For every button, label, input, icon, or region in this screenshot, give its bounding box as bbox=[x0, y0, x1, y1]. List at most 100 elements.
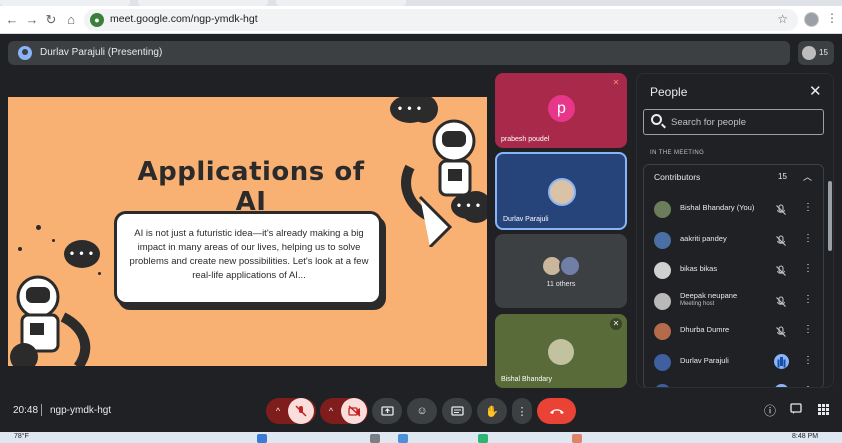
captions-button[interactable] bbox=[442, 398, 472, 424]
more-vert-icon[interactable]: ⋮ bbox=[803, 263, 813, 274]
search-input[interactable]: Search for people bbox=[643, 109, 824, 135]
mic-off-icon: ✕ bbox=[610, 318, 622, 330]
present-screen-button[interactable] bbox=[372, 398, 402, 424]
chevron-up-icon[interactable]: ^ bbox=[268, 406, 288, 416]
astronaut-illustration-left bbox=[10, 275, 91, 366]
speech-bubble-icon: • • • bbox=[64, 240, 100, 268]
participant-name: bikas bikas bbox=[680, 264, 718, 273]
scrollbar[interactable] bbox=[828, 181, 832, 251]
participant-tile[interactable]: Durlav Parajuli bbox=[495, 152, 627, 230]
site-info-icon[interactable]: ● bbox=[90, 13, 104, 27]
raise-hand-button[interactable]: ✋ bbox=[477, 398, 507, 424]
more-vert-icon[interactable]: ⋮ bbox=[803, 294, 813, 305]
participant-name: Durlav Parajuli bbox=[680, 386, 729, 387]
hand-icon: ✋ bbox=[485, 405, 499, 418]
more-vert-icon[interactable]: ⋮ bbox=[803, 355, 813, 366]
avatar bbox=[654, 353, 671, 371]
divider bbox=[41, 404, 42, 416]
more-options-button[interactable]: ⋮ bbox=[512, 398, 532, 424]
sparkle-dot bbox=[52, 239, 55, 242]
more-vert-icon[interactable]: ⋮ bbox=[803, 233, 813, 244]
avatar bbox=[654, 231, 671, 249]
avatar bbox=[548, 178, 576, 206]
participant-row[interactable]: Deepak neupane Meeting host ⋮ bbox=[644, 287, 825, 318]
participant-name: Durlav Parajuli bbox=[680, 355, 729, 365]
taskbar-app-icon[interactable] bbox=[398, 434, 408, 443]
system-clock: 8:48 PM bbox=[792, 433, 819, 440]
chat-icon[interactable] bbox=[788, 403, 804, 419]
mic-off-icon[interactable] bbox=[775, 295, 787, 307]
participant-avatar-icon bbox=[802, 46, 816, 60]
others-tile[interactable]: 11 others bbox=[495, 234, 627, 308]
profile-avatar[interactable] bbox=[804, 12, 819, 27]
taskbar-app-icon[interactable] bbox=[370, 434, 380, 443]
tile-name: Bishal Bhandary bbox=[501, 376, 552, 383]
participant-name: Bishal Bhandary (You) bbox=[680, 203, 755, 212]
more-vert-icon[interactable]: ⋮ bbox=[803, 324, 813, 335]
mic-off-button[interactable] bbox=[288, 398, 314, 424]
avatar bbox=[654, 262, 671, 279]
participant-row[interactable]: Bishal Bhandary (You) ⋮ bbox=[644, 195, 825, 226]
speaking-indicator-icon bbox=[774, 384, 789, 387]
sparkle-dot bbox=[98, 272, 101, 275]
browser-menu-icon[interactable]: ⋮ bbox=[826, 11, 838, 25]
mic-off-icon: ✕ bbox=[612, 78, 620, 87]
reactions-button[interactable]: ☺ bbox=[407, 398, 437, 424]
taskbar-app-icon[interactable] bbox=[478, 434, 488, 443]
slide-title: Applications of AI bbox=[137, 157, 365, 217]
participant-row[interactable]: Durlav Parajuli ⋮ bbox=[644, 348, 825, 379]
reload-icon[interactable]: ↻ bbox=[43, 12, 59, 28]
participant-count: 15 bbox=[819, 48, 828, 57]
more-vert-icon: ⋮ bbox=[516, 405, 528, 418]
contributors-group: Contributors 15 ︿ Bishal Bhandary (You) ⋮… bbox=[643, 164, 825, 387]
present-screen-icon bbox=[380, 405, 394, 416]
mic-off-icon[interactable] bbox=[775, 234, 787, 246]
chevron-up-icon[interactable]: ︿ bbox=[803, 170, 812, 183]
leave-call-button[interactable] bbox=[537, 398, 576, 424]
avatar bbox=[654, 201, 671, 218]
presenter-avatar bbox=[18, 46, 32, 60]
participant-row[interactable]: aakriti pandey ⋮ bbox=[644, 226, 825, 257]
browser-toolbar: ← → ↻ ⌂ ● meet.google.com/ngp-ymdk-hgt ☆… bbox=[0, 6, 842, 34]
start-icon[interactable] bbox=[257, 434, 267, 443]
url-text[interactable]: meet.google.com/ngp-ymdk-hgt bbox=[110, 13, 258, 25]
os-taskbar: 78°F 8:48 PM bbox=[0, 432, 842, 443]
mic-off-icon[interactable] bbox=[775, 264, 787, 276]
sparkle-dot bbox=[36, 225, 41, 230]
mic-off-icon[interactable] bbox=[775, 203, 787, 215]
participant-list: Bishal Bhandary (You) ⋮ aakriti pandey ⋮ bik… bbox=[644, 195, 825, 387]
group-label[interactable]: Contributors bbox=[654, 172, 700, 182]
more-vert-icon[interactable]: ⋮ bbox=[803, 202, 813, 213]
address-bar[interactable]: ● meet.google.com/ngp-ymdk-hgt ☆ bbox=[84, 9, 798, 31]
avatar bbox=[559, 255, 581, 277]
sparkle-dot bbox=[18, 247, 22, 251]
mic-off-icon[interactable] bbox=[775, 325, 787, 337]
camera-off-button[interactable] bbox=[341, 398, 367, 424]
camera-off-icon bbox=[347, 405, 360, 417]
meeting-code: ngp-ymdk-hgt bbox=[50, 405, 112, 416]
chevron-up-icon[interactable]: ^ bbox=[321, 406, 341, 416]
back-icon[interactable]: ← bbox=[4, 12, 20, 28]
meeting-info-icon[interactable]: ⓘ bbox=[762, 403, 778, 419]
more-vert-icon[interactable]: ⋮ bbox=[803, 385, 813, 387]
activities-icon[interactable] bbox=[815, 403, 831, 419]
forward-icon[interactable]: → bbox=[24, 12, 40, 28]
bookmark-star-icon[interactable]: ☆ bbox=[777, 12, 788, 26]
participant-row[interactable]: Dhurba Dumre ⋮ bbox=[644, 317, 825, 348]
participant-tile[interactable]: ✕ Bishal Bhandary bbox=[495, 314, 627, 388]
taskbar-app-icon[interactable] bbox=[572, 434, 582, 443]
participant-count-chip[interactable]: 15 bbox=[798, 41, 834, 65]
participant-row[interactable]: bikas bikas ⋮ bbox=[644, 256, 825, 287]
weather-widget[interactable]: 78°F bbox=[14, 433, 29, 440]
hang-up-icon bbox=[549, 409, 564, 414]
meeting-clock: 20:48 bbox=[13, 405, 39, 416]
mic-control-group: ^ bbox=[266, 398, 316, 424]
close-icon[interactable]: ✕ bbox=[809, 82, 822, 100]
presentation-slide: • • • • • • Applications of AI AI is not… bbox=[8, 97, 487, 366]
home-icon[interactable]: ⌂ bbox=[63, 12, 79, 28]
participant-tile[interactable]: p ✕ prabesh poudel bbox=[495, 73, 627, 148]
avatar: p bbox=[548, 95, 575, 122]
participant-row[interactable]: Durlav Parajuli ⋮ bbox=[644, 378, 825, 387]
search-icon bbox=[651, 114, 662, 125]
mic-off-icon bbox=[295, 405, 307, 417]
